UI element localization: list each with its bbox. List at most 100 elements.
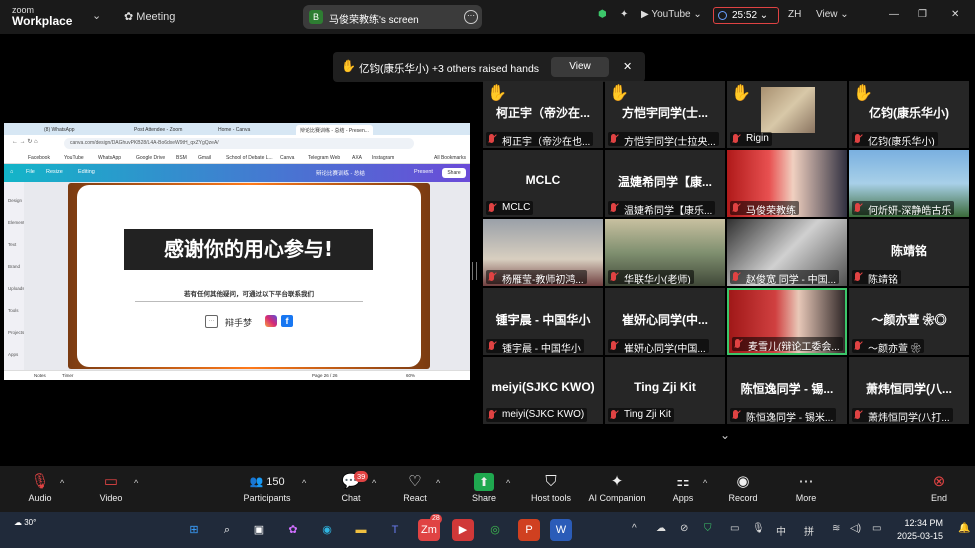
address-bar[interactable]: canva.com/design/DAGhuvPKB28/L4A-Bo6dxeW… bbox=[64, 138, 414, 149]
view-menu[interactable]: View ⌄ bbox=[816, 9, 849, 20]
chevron-up-icon[interactable]: ^ bbox=[60, 478, 64, 488]
battery-icon[interactable]: ▭ bbox=[872, 523, 881, 534]
sidebar-item-design[interactable]: Design bbox=[8, 198, 22, 203]
chevron-up-icon[interactable]: ^ bbox=[372, 478, 376, 488]
browser-tab[interactable]: Home - Canva bbox=[214, 125, 254, 135]
sidebar-item-tools[interactable]: Tools bbox=[8, 308, 19, 313]
display-tray-icon[interactable]: ▭ bbox=[730, 523, 739, 534]
bookmark[interactable]: All Bookmarks bbox=[434, 155, 466, 161]
timer-button[interactable]: Timer bbox=[62, 373, 73, 378]
participant-video-tile-active-speaker[interactable]: 麦雪儿(辩论工委会... bbox=[727, 288, 847, 355]
word-icon[interactable]: W bbox=[550, 519, 572, 541]
copilot-icon[interactable]: ✿ bbox=[282, 519, 304, 541]
bookmark[interactable]: AXA bbox=[352, 155, 362, 161]
volume-icon[interactable]: ◁) bbox=[850, 523, 861, 534]
canva-share-button[interactable]: Share bbox=[442, 168, 466, 178]
canva-present-button[interactable]: Present bbox=[414, 169, 433, 175]
participant-video-tile[interactable]: 马俊荣教练 bbox=[727, 150, 847, 217]
notification-bell-icon[interactable]: 🔔 bbox=[958, 523, 970, 534]
participant-tile[interactable]: Ting Zji Kit Ting Zji Kit bbox=[605, 357, 725, 424]
participant-tile[interactable]: meiyi(SJKC KWO) meiyi(SJKC KWO) bbox=[483, 357, 603, 424]
participant-video-tile[interactable]: 杨雁莹-教师初鸿... bbox=[483, 219, 603, 286]
teams-icon[interactable]: T bbox=[384, 519, 406, 541]
close-icon[interactable]: ✕ bbox=[623, 60, 632, 73]
participant-tile[interactable]: ✋ 柯正宇（帝沙在... 柯正宇（帝沙在也... bbox=[483, 81, 603, 148]
participant-tile[interactable]: 崔妍心同学(中... 崔妍心同学(中国... bbox=[605, 288, 725, 355]
language-button[interactable]: ZH bbox=[788, 9, 801, 20]
sidebar-item-text[interactable]: Text bbox=[8, 242, 16, 247]
taskbar-clock[interactable]: 12:34 PM 2025-03-15 bbox=[897, 517, 943, 543]
chrome-icon[interactable]: ◎ bbox=[484, 519, 506, 541]
participant-tile[interactable]: ～颜亦萱 ❀◎ ～颜亦萱 ❀ bbox=[849, 288, 969, 355]
bookmark[interactable]: Facebook bbox=[28, 155, 50, 161]
bookmark[interactable]: School of Debate L... bbox=[226, 155, 273, 161]
end-meeting-button[interactable]: ⊗ End bbox=[927, 473, 951, 503]
camera-off-tray-icon[interactable]: ⊘ bbox=[680, 523, 688, 534]
ime-mode-indicator[interactable]: 拼 bbox=[804, 523, 814, 538]
apps-button[interactable]: ⚏ Apps ^ bbox=[671, 473, 708, 503]
participant-video-tile[interactable]: 赵俊宽 同学 - 中国... bbox=[727, 219, 847, 286]
browser-tab[interactable]: Post Attendee - Zoom bbox=[130, 125, 186, 135]
participant-tile[interactable]: 萧炜恒同学(八... 萧炜恒同学(八打... bbox=[849, 357, 969, 424]
screen-share-pill[interactable]: B 马俊荣教练's screen ··· bbox=[303, 5, 482, 29]
task-view-icon[interactable]: ▣ bbox=[248, 519, 270, 541]
notes-button[interactable]: Notes bbox=[34, 373, 46, 378]
participant-tile[interactable]: ✋ Rigin bbox=[727, 81, 847, 148]
bookmark[interactable]: BSM bbox=[176, 155, 187, 161]
canva-editing-menu[interactable]: Editing bbox=[78, 169, 95, 175]
browser-tab-active[interactable]: 辩论比赛训练 - 总结 - Presen... bbox=[296, 125, 373, 135]
participant-tile[interactable]: MCLC MCLC bbox=[483, 150, 603, 217]
search-icon[interactable]: ⌕ bbox=[216, 519, 238, 541]
canva-resize-menu[interactable]: Resize bbox=[46, 169, 63, 175]
chevron-up-icon[interactable]: ^ bbox=[506, 478, 510, 488]
record-button[interactable]: ◉ Record bbox=[728, 473, 758, 503]
chevron-up-icon[interactable]: ^ bbox=[302, 478, 306, 488]
sidebar-item-projects[interactable]: Projects bbox=[8, 330, 24, 335]
view-raised-button[interactable]: View bbox=[551, 57, 609, 77]
screen-recorder-icon[interactable]: ▶ bbox=[452, 519, 474, 541]
file-explorer-icon[interactable]: ▬ bbox=[350, 519, 372, 541]
chevron-up-icon[interactable]: ^ bbox=[134, 478, 138, 488]
participants-button[interactable]: 👥 150 Participants ^ bbox=[242, 473, 306, 503]
browser-tab[interactable]: (8) WhatsApp bbox=[40, 125, 79, 135]
host-tools-button[interactable]: ⛉ Host tools bbox=[530, 473, 572, 503]
share-screen-button[interactable]: ⬆ Share ^ bbox=[470, 473, 510, 503]
sidebar-item-apps[interactable]: Apps bbox=[8, 352, 18, 357]
audio-button[interactable]: 🎙 Audio ^ bbox=[26, 473, 64, 503]
bookmark[interactable]: Telegram Web bbox=[308, 155, 340, 161]
ai-companion-button[interactable]: ✦ AI Companion bbox=[588, 473, 646, 503]
gallery-next-page-icon[interactable]: ⌄ bbox=[720, 428, 730, 442]
chevron-down-icon[interactable]: ⌄ bbox=[92, 9, 101, 22]
participant-tile[interactable]: 温婕希同学【康... 温婕希同学【康乐... bbox=[605, 150, 725, 217]
more-icon[interactable]: ··· bbox=[464, 10, 478, 24]
panel-resize-handle[interactable] bbox=[472, 262, 477, 280]
bookmark[interactable]: Google Drive bbox=[136, 155, 165, 161]
weather-widget[interactable]: ☁ 30° bbox=[14, 518, 36, 527]
maximize-icon[interactable]: ❐ bbox=[918, 9, 927, 20]
video-button[interactable]: ▭ Video ^ bbox=[98, 473, 139, 503]
participant-video-tile[interactable]: 何炘妍-深静皓古乐 bbox=[849, 150, 969, 217]
sidebar-item-brand[interactable]: Brand bbox=[8, 264, 20, 269]
nav-icons[interactable]: ← → ↻ ⌂ bbox=[12, 138, 38, 145]
participant-tile[interactable]: 陈恒逸同学 - 锡... 陈恒逸同学 - 锡米... bbox=[727, 357, 847, 424]
meeting-timer[interactable]: 25:52 ⌄ bbox=[713, 7, 779, 24]
close-icon[interactable]: ✕ bbox=[951, 9, 959, 20]
minimize-icon[interactable]: — bbox=[889, 9, 899, 20]
edge-icon[interactable]: ◉ bbox=[316, 519, 338, 541]
canva-file-menu[interactable]: File bbox=[26, 169, 35, 175]
mic-tray-icon[interactable]: 🎙 bbox=[752, 523, 765, 534]
wifi-icon[interactable]: ≋ bbox=[832, 523, 840, 534]
chat-button[interactable]: 💬 39 Chat ^ bbox=[338, 471, 376, 503]
security-tray-icon[interactable]: ⛉ bbox=[704, 523, 712, 534]
chevron-up-icon[interactable]: ^ bbox=[703, 478, 707, 488]
participant-tile[interactable]: 陈靖铭 陈靖铭 bbox=[849, 219, 969, 286]
participant-video-tile[interactable]: 华联华小(老师) bbox=[605, 219, 725, 286]
participant-tile[interactable]: ✋ 方恺宇同学(士... 方恺宇同学(士拉央... bbox=[605, 81, 725, 148]
bookmark[interactable]: YouTube bbox=[64, 155, 84, 161]
participant-tile[interactable]: ✋ 亿钧(康乐华小) 亿钧(康乐华小) bbox=[849, 81, 969, 148]
meeting-menu[interactable]: ✿ Meeting bbox=[124, 10, 175, 23]
tray-chevron-up-icon[interactable]: ^ bbox=[632, 523, 637, 534]
cloud-tray-icon[interactable]: ☁ bbox=[656, 523, 666, 534]
react-button[interactable]: ♡ React ^ bbox=[402, 473, 440, 503]
zoom-taskbar-icon[interactable]: Zm 28 bbox=[418, 514, 442, 541]
